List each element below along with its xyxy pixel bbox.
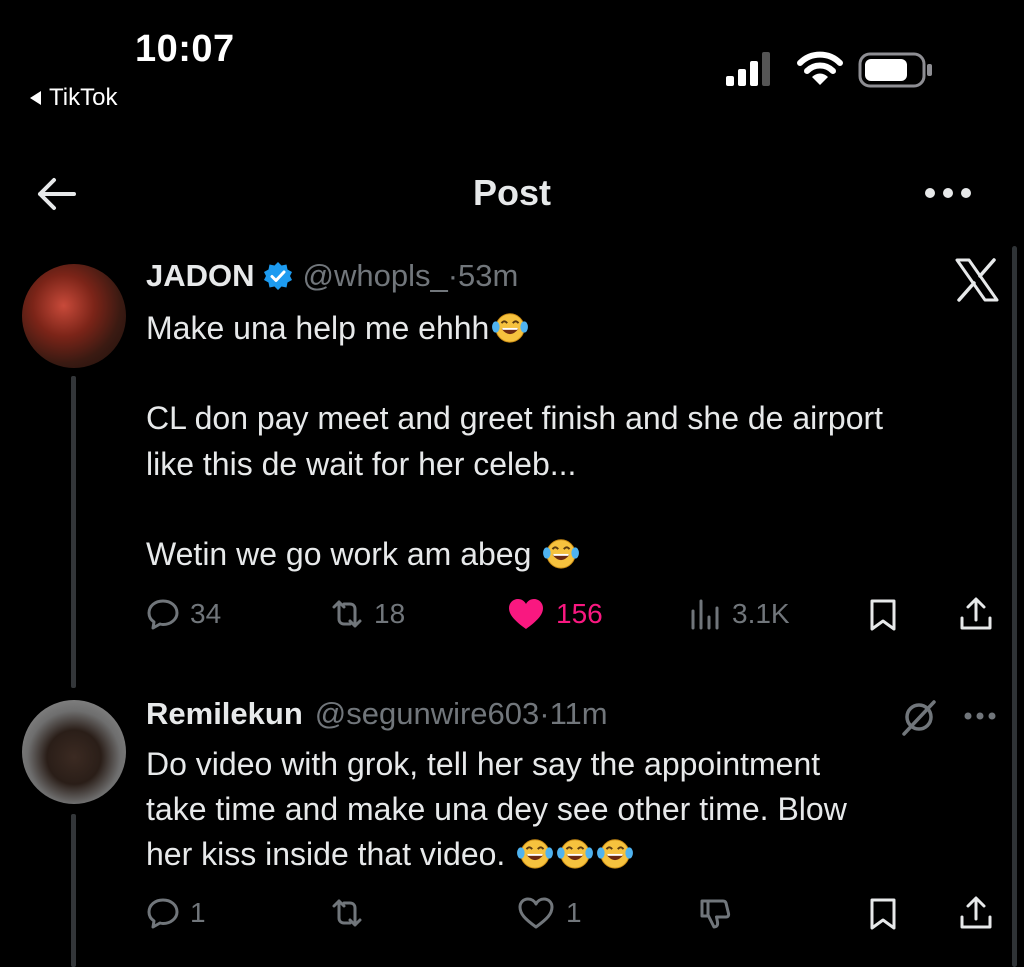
post-text-line: like this de wait for her celeb... xyxy=(146,446,577,482)
cellular-signal-icon xyxy=(726,52,770,86)
back-app-label: TikTok xyxy=(49,84,118,111)
views-button[interactable]: 3.1K xyxy=(688,597,790,631)
thread-line xyxy=(71,814,76,967)
page-title: Post xyxy=(472,172,551,213)
bookmark-icon xyxy=(870,898,896,930)
repost-button[interactable]: 18 xyxy=(330,597,405,631)
share-icon xyxy=(960,896,992,929)
like-count: 1 xyxy=(566,897,582,928)
reply-count: 34 xyxy=(190,598,222,629)
laughing-emoji-icon xyxy=(556,836,594,870)
like-icon-filled xyxy=(509,599,543,629)
back-triangle-icon xyxy=(30,91,41,105)
author-avatar[interactable] xyxy=(22,264,126,368)
back-to-app-link[interactable]: TikTok xyxy=(30,84,117,112)
post-time: ·53m xyxy=(447,258,519,293)
author-handle[interactable]: @whopls_ xyxy=(303,258,448,294)
views-icon xyxy=(691,599,719,630)
reply-time: ·11m xyxy=(539,696,608,731)
view-count: 3.1K xyxy=(732,598,790,629)
reply-more-icon[interactable] xyxy=(960,706,1000,726)
reply-icon xyxy=(147,898,179,929)
like-icon xyxy=(518,897,554,929)
laughing-emoji-icon xyxy=(491,310,529,344)
laughing-emoji-icon xyxy=(542,536,580,570)
scrollbar[interactable] xyxy=(1012,246,1017,967)
repost-count: 18 xyxy=(374,598,406,629)
dislike-icon xyxy=(700,899,731,929)
share-button[interactable] xyxy=(958,596,994,632)
reply-text-line: take time and make una dey see other tim… xyxy=(146,791,847,827)
reply-count: 1 xyxy=(190,897,206,928)
verified-badge-icon xyxy=(263,262,292,290)
laughing-emoji-icon xyxy=(516,836,554,870)
share-button[interactable] xyxy=(958,895,994,931)
status-time: 10:07 xyxy=(135,28,235,70)
dislike-button[interactable] xyxy=(698,896,732,930)
reply-icon xyxy=(147,599,179,630)
repost-icon xyxy=(332,899,362,927)
wifi-icon xyxy=(797,51,843,85)
reply-header: Remilekun @segunwire603 ·11m xyxy=(146,696,608,732)
more-options-icon[interactable] xyxy=(922,178,974,208)
bookmark-icon xyxy=(870,599,896,631)
repost-icon xyxy=(332,600,362,628)
bookmark-button[interactable] xyxy=(866,598,900,632)
like-button[interactable]: 1 xyxy=(516,896,582,930)
grok-icon[interactable] xyxy=(900,698,938,736)
x-logo-icon xyxy=(955,258,999,302)
reply-author-handle[interactable]: @segunwire603 xyxy=(315,696,540,732)
like-button[interactable]: 156 xyxy=(506,597,603,631)
reply-author-name[interactable]: Remilekun xyxy=(146,696,303,732)
reply-button[interactable]: 1 xyxy=(146,896,206,930)
reply-text-line: her kiss inside that video. xyxy=(146,832,634,877)
repost-button[interactable] xyxy=(330,896,364,930)
author-name[interactable]: JADON xyxy=(146,258,255,294)
reply-author-avatar[interactable] xyxy=(22,700,126,804)
laughing-emoji-icon xyxy=(596,836,634,870)
reply-text-line: Do video with grok, tell her say the app… xyxy=(146,746,821,782)
like-count: 156 xyxy=(556,598,603,629)
battery-icon xyxy=(858,52,932,88)
post-text-line: Wetin we go work am abeg xyxy=(146,532,580,577)
thread-line xyxy=(71,376,76,688)
share-icon xyxy=(960,597,992,630)
bookmark-button[interactable] xyxy=(866,897,900,931)
post-text-line: Make una help me ehhh xyxy=(146,306,529,351)
post-header: JADON @whopls_ ·53m xyxy=(146,258,518,294)
reply-button[interactable]: 34 xyxy=(146,597,221,631)
post-text-line: CL don pay meet and greet finish and she… xyxy=(146,400,884,436)
